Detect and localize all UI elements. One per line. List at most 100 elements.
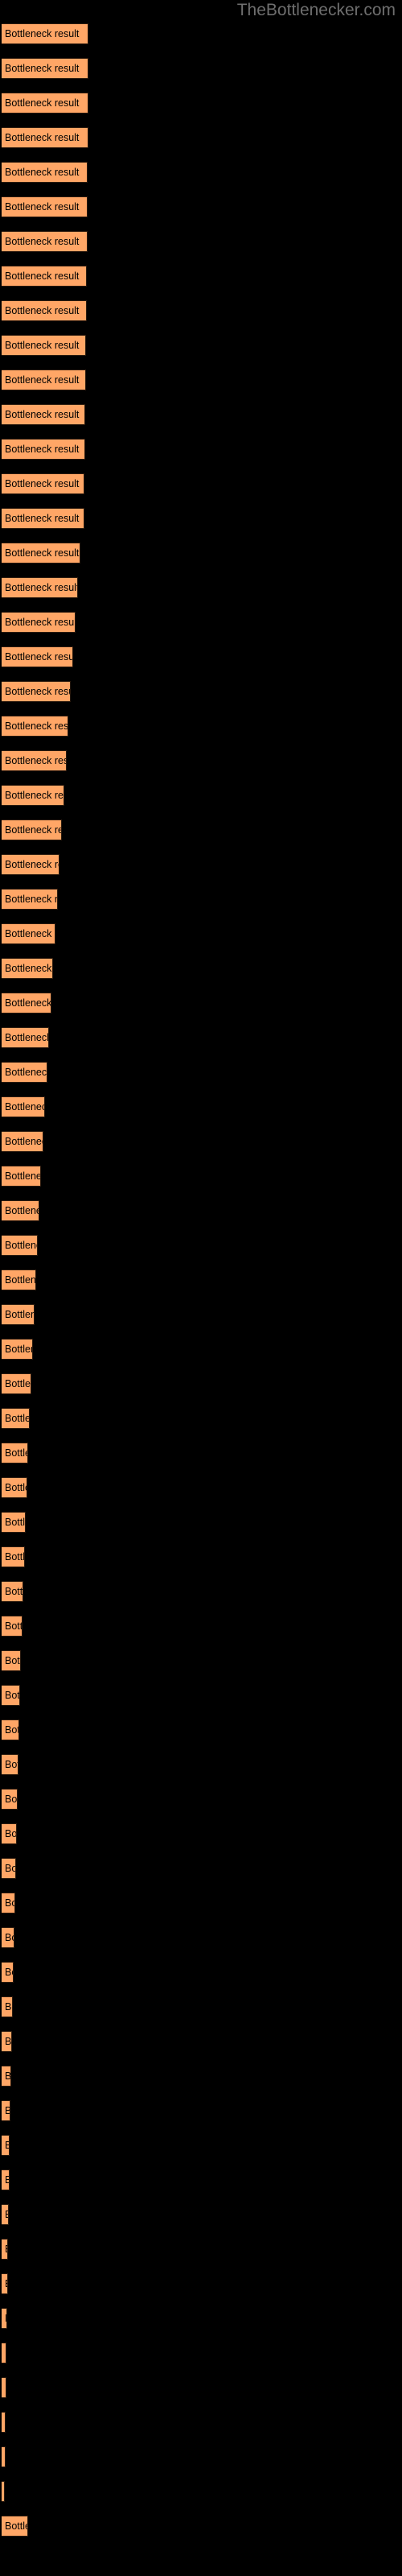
bar-label: Bottleneck result <box>5 1482 27 1493</box>
bar-label: Bottleneck result <box>5 2036 12 2047</box>
bar[interactable]: Bottleneck result <box>2 2066 11 2087</box>
bar[interactable]: Bottleneck result <box>2 854 59 875</box>
bar-row: Bottleneck result <box>0 1962 402 1983</box>
bar[interactable]: Bottleneck result <box>2 1096 45 1117</box>
bar-row: Bottleneck result <box>0 785 402 806</box>
bar-row: Bottleneck result <box>0 1581 402 1602</box>
bar[interactable]: Bottleneck result <box>2 1131 43 1152</box>
bar-label: Bottleneck result <box>5 236 80 247</box>
bar[interactable]: Bottleneck result <box>2 2135 10 2156</box>
bar[interactable]: Bottleneck result <box>2 2516 28 2537</box>
bar[interactable]: Bottleneck result <box>2 1339 33 1360</box>
bar[interactable]: Bottleneck result <box>2 1962 14 1983</box>
bar[interactable]: Bottleneck result <box>2 785 64 806</box>
bar[interactable]: Bottleneck result <box>2 2377 6 2398</box>
bar-label: Bottleneck result <box>5 1724 18 1736</box>
bar[interactable]: Bottleneck result <box>2 2204 9 2225</box>
bar[interactable]: Bottleneck result <box>2 1893 15 1913</box>
bar[interactable]: Bottleneck result <box>2 2273 8 2294</box>
bar[interactable]: Bottleneck result <box>2 1235 38 1256</box>
bar[interactable]: Bottleneck result <box>2 1996 13 2017</box>
bar[interactable]: Bottleneck result <box>2 196 88 217</box>
bar[interactable]: Bottleneck result <box>2 439 85 460</box>
bar[interactable]: Bottleneck result <box>2 1477 27 1498</box>
bar[interactable]: Bottleneck result <box>2 1512 26 1533</box>
bar[interactable]: Bottleneck result <box>2 2031 12 2052</box>
bar[interactable]: Bottleneck result <box>2 958 53 979</box>
bar-row: Bottleneck result <box>0 162 402 183</box>
bar[interactable]: Bottleneck result <box>2 2239 8 2260</box>
bar[interactable]: Bottleneck result <box>2 646 73 667</box>
bar-label: Bottleneck result <box>5 1655 20 1666</box>
bar[interactable]: Bottleneck result <box>2 2446 6 2467</box>
bar[interactable]: Bottleneck result <box>2 2308 7 2329</box>
bar-label: Bottleneck result <box>5 1759 18 1770</box>
bar[interactable]: Bottleneck result <box>2 300 87 321</box>
bar[interactable]: Bottleneck result <box>2 1823 17 1844</box>
bar[interactable]: Bottleneck result <box>2 1719 19 1740</box>
bar[interactable]: Bottleneck result <box>2 473 84 494</box>
bar[interactable]: Bottleneck result <box>2 923 55 944</box>
bar[interactable]: Bottleneck result <box>2 2100 10 2121</box>
bar[interactable]: Bottleneck result <box>2 1927 14 1948</box>
bar[interactable]: Bottleneck result <box>2 1789 18 1810</box>
bar[interactable]: Bottleneck result <box>2 93 88 114</box>
bar[interactable]: Bottleneck result <box>2 1546 25 1567</box>
bar[interactable]: Bottleneck result <box>2 127 88 148</box>
bar-label: Bottleneck result <box>5 1897 14 1909</box>
bar[interactable]: Bottleneck result <box>2 23 88 44</box>
bar-label: Bottleneck result <box>5 1517 26 1528</box>
bar[interactable]: Bottleneck result <box>2 162 88 183</box>
bar[interactable]: Bottleneck result <box>2 1685 20 1706</box>
bar[interactable]: Bottleneck result <box>2 577 78 598</box>
bar-row: Bottleneck result <box>0 1131 402 1152</box>
bar[interactable]: Bottleneck result <box>2 750 67 771</box>
bar[interactable]: Bottleneck result <box>2 543 80 564</box>
bar[interactable]: Bottleneck result <box>2 1027 49 1048</box>
bar[interactable]: Bottleneck result <box>2 716 68 737</box>
bar[interactable]: Bottleneck result <box>2 266 87 287</box>
bar-row: Bottleneck result <box>0 369 402 390</box>
bar[interactable]: Bottleneck result <box>2 1650 21 1671</box>
bar[interactable]: Bottleneck result <box>2 1408 30 1429</box>
bar[interactable]: Bottleneck result <box>2 993 51 1013</box>
bar-row: Bottleneck result <box>0 819 402 840</box>
bar[interactable]: Bottleneck result <box>2 2343 6 2363</box>
bar[interactable]: Bottleneck result <box>2 2481 5 2502</box>
bar[interactable]: Bottleneck result <box>2 1062 47 1083</box>
bar[interactable]: Bottleneck result <box>2 58 88 79</box>
bar[interactable]: Bottleneck result <box>2 819 62 840</box>
bar[interactable]: Bottleneck result <box>2 681 71 702</box>
bar[interactable]: Bottleneck result <box>2 1373 31 1394</box>
bar-row: Bottleneck result <box>0 127 402 148</box>
bar[interactable]: Bottleneck result <box>2 1616 23 1637</box>
bar-label: Bottleneck result <box>5 582 78 593</box>
bar[interactable]: Bottleneck result <box>2 1304 35 1325</box>
bar[interactable]: Bottleneck result <box>2 2169 10 2190</box>
bar[interactable]: Bottleneck result <box>2 1200 39 1221</box>
bar-row: Bottleneck result <box>0 196 402 217</box>
bar-label: Bottleneck result <box>5 894 58 905</box>
bar[interactable]: Bottleneck result <box>2 231 88 252</box>
bar[interactable]: Bottleneck result <box>2 1269 36 1290</box>
bar-label: Bottleneck result <box>5 859 59 870</box>
bar[interactable]: Bottleneck result <box>2 508 84 529</box>
bar-label: Bottleneck result <box>5 1447 27 1459</box>
bar-row: Bottleneck result <box>0 1512 402 1533</box>
bar[interactable]: Bottleneck result <box>2 1754 18 1775</box>
bar-label: Bottleneck result <box>5 755 66 766</box>
bar[interactable]: Bottleneck result <box>2 1581 23 1602</box>
bar[interactable]: Bottleneck result <box>2 1166 41 1187</box>
bar[interactable]: Bottleneck result <box>2 1443 28 1463</box>
bar[interactable]: Bottleneck result <box>2 335 86 356</box>
bar[interactable]: Bottleneck result <box>2 404 85 425</box>
bar[interactable]: Bottleneck result <box>2 2412 6 2433</box>
bar[interactable]: Bottleneck result <box>2 1858 16 1879</box>
bar-row: Bottleneck result <box>0 889 402 910</box>
bar[interactable]: Bottleneck result <box>2 612 76 633</box>
bar-row: Bottleneck result <box>0 300 402 321</box>
bar[interactable]: Bottleneck result <box>2 369 86 390</box>
bar-row: Bottleneck result <box>0 2446 402 2467</box>
bar-row: Bottleneck result <box>0 2412 402 2433</box>
bar[interactable]: Bottleneck result <box>2 889 58 910</box>
